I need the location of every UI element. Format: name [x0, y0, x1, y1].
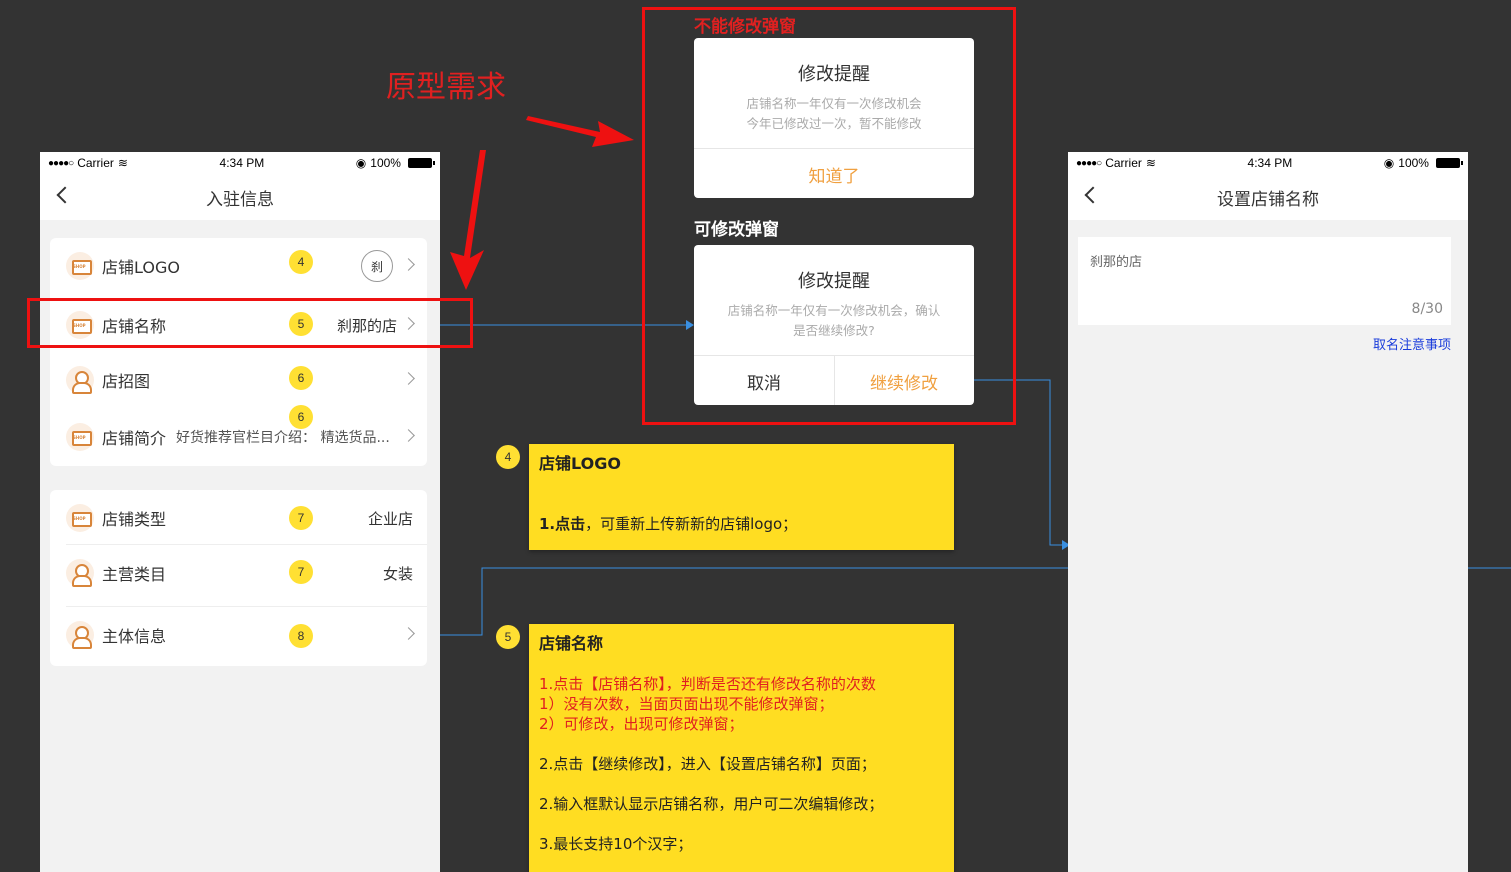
- note-red-lines: 1.点击【店铺名称】，判断是否还有修改名称的次数 1）没有次数，当面页面出现不能…: [539, 675, 876, 733]
- status-time: 4:34 PM: [219, 156, 265, 170]
- got-it-button[interactable]: 知道了: [694, 162, 974, 187]
- dialog-message: 店铺名称一年仅有一次修改机会，确认 是否继续修改?: [727, 303, 941, 338]
- info-card-intro-row: 店铺简介 好货推荐官栏目介绍： 精选货品...: [50, 409, 427, 465]
- continue-edit-button[interactable]: 继续修改: [834, 369, 974, 394]
- row-store-banner[interactable]: 店招图: [50, 354, 427, 406]
- dialog-divider: [694, 148, 974, 149]
- person-icon: [66, 559, 94, 587]
- note-badge-4: 4: [496, 445, 520, 469]
- dialog-title: 修改提醒: [798, 64, 870, 85]
- wifi-icon: ≋: [117, 156, 128, 170]
- badge-7b: 7: [289, 560, 313, 584]
- battery-icon: [1435, 158, 1463, 168]
- store-name-input[interactable]: 刹那的店 8/30: [1078, 237, 1451, 325]
- shop-icon: [66, 423, 94, 451]
- dialog-can-edit: 修改提醒 店铺名称一年仅有一次修改机会，确认 是否继续修改? 取消 继续修改: [694, 245, 974, 405]
- red-arrow-right: [526, 116, 634, 147]
- page-title: 入驻信息: [206, 189, 274, 210]
- signal-icon: ●●●●○: [48, 157, 74, 169]
- can-edit-dialog-label: 可修改弹窗: [694, 220, 779, 240]
- status-bar: ●●●●○ Carrier ≋ 4:34 PM ◉ 100%: [40, 152, 440, 174]
- no-edit-dialog-label: 不能修改弹窗: [694, 17, 796, 37]
- chevron-right-icon: [402, 258, 415, 271]
- chevron-right-icon: [402, 372, 415, 385]
- row-store-intro[interactable]: 店铺简介 好货推荐官栏目介绍： 精选货品...: [50, 411, 427, 463]
- store-intro-value: 好货推荐官栏目介绍： 精选货品...: [176, 430, 390, 446]
- lock-icon: ◉: [355, 156, 367, 170]
- note-store-name: 店铺名称 1.点击【店铺名称】，判断是否还有修改名称的次数 1）没有次数，当面页…: [529, 624, 954, 872]
- store-logo-avatar[interactable]: 刹: [361, 250, 393, 282]
- note-badge-5: 5: [496, 625, 520, 649]
- wifi-icon: ≋: [1145, 156, 1156, 170]
- char-counter: 8/30: [1411, 301, 1443, 317]
- nav-bar: 设置店铺名称: [1068, 174, 1468, 220]
- prototype-label: 原型需求: [386, 70, 506, 105]
- chevron-right-icon: [402, 627, 415, 640]
- chevron-right-icon: [402, 429, 415, 442]
- dialog-title: 修改提醒: [798, 271, 870, 292]
- row-store-type[interactable]: 店铺类型 企业店: [50, 492, 427, 544]
- main-category-value: 女装: [382, 564, 413, 583]
- badge-4: 4: [289, 250, 313, 274]
- status-bar: ●●●●○ Carrier ≋ 4:34 PM ◉ 100%: [1068, 152, 1468, 174]
- badge-8: 8: [289, 624, 313, 648]
- left-phone-screen: ●●●●○Carrier≋ 4:34 PM ◉100% 入驻信息 店铺LOGO …: [40, 152, 440, 872]
- badge-7: 7: [289, 506, 313, 530]
- dialog-no-edit: 修改提醒 店铺名称一年仅有一次修改机会 今年已修改过一次，暂不能修改 知道了: [694, 38, 974, 198]
- note-store-logo: 店铺LOGO 1.点击，可重新上传新新的店铺logo；: [529, 444, 954, 550]
- highlight-store-name: [27, 298, 473, 348]
- person-icon: [66, 621, 94, 649]
- signal-icon: ●●●●○: [1076, 157, 1102, 169]
- row-main-category[interactable]: 主营类目 女装: [50, 547, 427, 599]
- naming-tips-link[interactable]: 取名注意事项: [1373, 334, 1451, 353]
- store-type-value: 企业店: [367, 509, 413, 528]
- red-arrow-down: [450, 150, 486, 290]
- badge-6: 6: [289, 366, 313, 390]
- input-value: 刹那的店: [1090, 255, 1143, 270]
- divider: [66, 606, 427, 607]
- status-time: 4:34 PM: [1247, 156, 1293, 170]
- note-title: 店铺LOGO: [539, 454, 621, 473]
- person-icon: [66, 366, 94, 394]
- badge-6b: 6: [289, 405, 313, 429]
- battery-icon: [407, 158, 435, 168]
- divider: [66, 544, 427, 545]
- row-entity-info[interactable]: 主体信息: [50, 609, 427, 661]
- dialog-message: 店铺名称一年仅有一次修改机会 今年已修改过一次，暂不能修改: [746, 96, 922, 131]
- nav-bar: 入驻信息: [40, 174, 440, 220]
- shop-icon: [66, 504, 94, 532]
- back-button[interactable]: [1082, 186, 1102, 206]
- shop-icon: [66, 252, 94, 280]
- info-card-2: 店铺类型 企业店 主营类目 女装 主体信息: [50, 490, 427, 666]
- back-button[interactable]: [54, 186, 74, 206]
- note-line: 1.点击，可重新上传新新的店铺logo；: [539, 515, 798, 533]
- lock-icon: ◉: [1383, 156, 1395, 170]
- note-title: 店铺名称: [539, 634, 604, 653]
- cancel-button[interactable]: 取消: [694, 369, 834, 394]
- row-store-logo[interactable]: 店铺LOGO 刹: [50, 240, 427, 292]
- right-phone-screen: ●●●●○ Carrier ≋ 4:34 PM ◉ 100% 设置店铺名称 刹那的店 …: [1068, 152, 1468, 872]
- page-title: 设置店铺名称: [1217, 189, 1319, 210]
